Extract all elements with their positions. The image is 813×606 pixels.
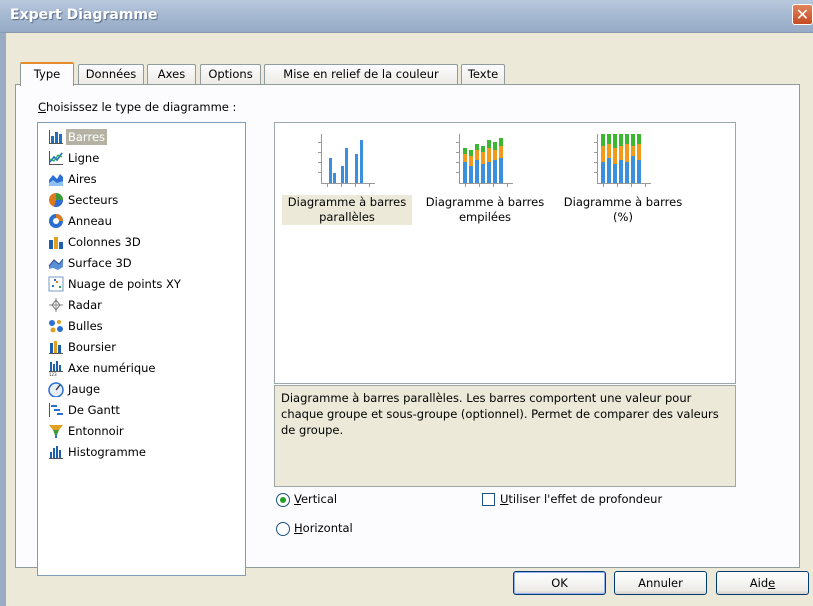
chart-type-label: Entonnoir <box>68 424 124 438</box>
vertical-radio[interactable] <box>276 493 290 507</box>
vertical-label-text: Vertical <box>294 492 338 506</box>
scatter-chart-icon <box>48 276 64 292</box>
window-title: Expert Diagramme <box>10 7 158 23</box>
chart-type-item-secteurs[interactable]: Secteurs <box>40 190 243 210</box>
line-chart-icon <box>49 151 63 165</box>
chart-type-item-entonnoir[interactable]: Entonnoir <box>40 421 243 441</box>
chart-type-label: Jauge <box>68 382 101 396</box>
funnel-chart-icon <box>49 425 63 438</box>
stacked-bar-chart-icon <box>456 134 513 187</box>
chart-type-item-boursier[interactable]: Boursier <box>40 337 243 357</box>
svg-text:123: 123 <box>49 372 57 376</box>
tab-label: Mise en relief de la couleur <box>283 67 439 81</box>
3d-surface-chart-icon <box>48 258 64 270</box>
variant-label-line1: Diagramme à barres <box>563 195 683 209</box>
doughnut-chart-icon <box>49 214 63 228</box>
horizontal-label-text: Horizontal <box>294 521 353 535</box>
variant-label-line2: empilées <box>458 210 512 224</box>
tab-label: Texte <box>467 67 499 81</box>
variant-barres-empilees[interactable]: Diagramme à barres empilées <box>420 123 550 231</box>
chart-type-label: Nuage de points XY <box>68 277 181 291</box>
tab-texte[interactable]: Texte <box>461 64 505 84</box>
radar-chart-icon <box>49 298 63 312</box>
numeric-axis-chart-icon: 123 <box>49 361 63 376</box>
tab-options[interactable]: Options <box>200 64 261 84</box>
chart-type-item-aires[interactable]: Aires <box>40 169 243 189</box>
variant-label-line2: (%) <box>613 210 633 224</box>
chart-type-item-radar[interactable]: Radar <box>40 295 243 315</box>
variant-label-line2: parallèles <box>319 210 375 224</box>
variant-barres-pourcentage[interactable]: Diagramme à barres (%) <box>558 123 688 231</box>
percent-bar-chart-icon <box>594 134 651 187</box>
window-border <box>0 33 6 606</box>
chart-type-item-bulles[interactable]: Bulles <box>40 316 243 336</box>
variant-label-line1: Diagramme à barres <box>287 195 407 209</box>
chart-type-item-nuage-de-points[interactable]: Nuage de points XY <box>40 274 243 294</box>
variant-barres-paralleles[interactable]: Diagramme à barres parallèles <box>282 123 412 231</box>
ok-button[interactable]: OK <box>513 571 606 595</box>
3d-column-chart-icon <box>49 237 63 249</box>
chart-type-label: Barres <box>66 129 108 145</box>
chart-variant-panel: Diagramme à barres parallèles Diagramme à… <box>274 122 736 384</box>
tab-label: Axes <box>157 67 186 81</box>
chart-type-label-text: Choisissez le type de diagramme : <box>38 100 237 114</box>
help-button[interactable]: Aide <box>716 571 809 595</box>
chart-type-label: Axe numérique <box>68 361 156 375</box>
tab-label: Options <box>208 67 253 81</box>
tab-type[interactable]: Type <box>20 62 74 86</box>
chart-type-item-surface-3d[interactable]: Surface 3D <box>40 253 243 273</box>
cancel-button[interactable]: Annuler <box>614 571 707 595</box>
chart-type-label: Aires <box>68 172 97 186</box>
chart-type-label: De Gantt <box>68 403 120 417</box>
close-button[interactable]: ✕ <box>792 4 813 25</box>
variant-label: Diagramme à barres parallèles <box>282 195 412 225</box>
chart-type-item-colonnes-3d[interactable]: Colonnes 3D <box>40 232 243 252</box>
chart-type-label: Anneau <box>68 214 112 228</box>
vertical-label[interactable]: Vertical <box>294 492 337 506</box>
gantt-chart-icon <box>49 403 63 417</box>
tab-donnees[interactable]: Données <box>78 64 144 84</box>
pie-chart-icon <box>49 193 63 207</box>
chart-type-label: Histogramme <box>68 445 146 459</box>
chart-type-label: Ligne <box>68 151 100 165</box>
chart-type-item-anneau[interactable]: Anneau <box>40 211 243 231</box>
chart-type-label: Radar <box>68 298 102 312</box>
tab-axes[interactable]: Axes <box>147 64 196 84</box>
chart-type-item-axe-numerique[interactable]: 123 Axe numérique <box>40 358 243 378</box>
help-button-text: Aide <box>749 576 776 590</box>
variant-label: Diagramme à barres empilées <box>420 195 550 225</box>
tab-label: Données <box>85 67 137 81</box>
bar-chart-icon <box>49 130 63 144</box>
chart-type-item-jauge[interactable]: Jauge <box>40 379 243 399</box>
variant-label-line1: Diagramme à barres <box>425 195 545 209</box>
gauge-chart-icon <box>48 382 64 397</box>
chart-type-item-ligne[interactable]: Ligne <box>40 148 243 168</box>
stock-chart-icon <box>49 341 63 354</box>
horizontal-label[interactable]: Horizontal <box>294 521 353 535</box>
bubble-chart-icon <box>49 320 63 333</box>
chart-type-label: Surface 3D <box>68 256 132 270</box>
chart-type-list[interactable]: Barres Ligne Aires Secteurs Anneau Colon… <box>37 122 246 576</box>
chart-type-label: Secteurs <box>68 193 119 207</box>
chart-type-label: Choisissez le type de diagramme : <box>38 100 236 114</box>
horizontal-radio[interactable] <box>276 522 290 536</box>
chart-type-label: Colonnes 3D <box>68 235 141 249</box>
parallel-bar-chart-icon <box>318 134 375 187</box>
histogram-chart-icon <box>49 446 63 459</box>
depth-effect-label[interactable]: Utiliser l'effet de profondeur <box>500 492 662 506</box>
chart-type-item-de-gantt[interactable]: De Gantt <box>40 400 243 420</box>
tab-label: Type <box>33 67 61 81</box>
chart-description: Diagramme à barres parallèles. Les barre… <box>274 385 736 487</box>
chart-type-label: Boursier <box>68 340 116 354</box>
title-bar: Expert Diagramme ✕ <box>0 0 813 33</box>
depth-effect-label-text: Utiliser l'effet de profondeur <box>500 492 663 506</box>
tab-mise-en-relief[interactable]: Mise en relief de la couleur <box>264 64 458 84</box>
chart-type-label: Bulles <box>68 319 103 333</box>
depth-effect-checkbox[interactable] <box>482 493 495 506</box>
variant-label: Diagramme à barres (%) <box>558 195 688 225</box>
close-icon: ✕ <box>795 5 810 24</box>
area-chart-icon <box>49 174 63 186</box>
chart-type-item-barres[interactable]: Barres <box>40 127 243 147</box>
chart-type-item-histogramme[interactable]: Histogramme <box>40 442 243 462</box>
